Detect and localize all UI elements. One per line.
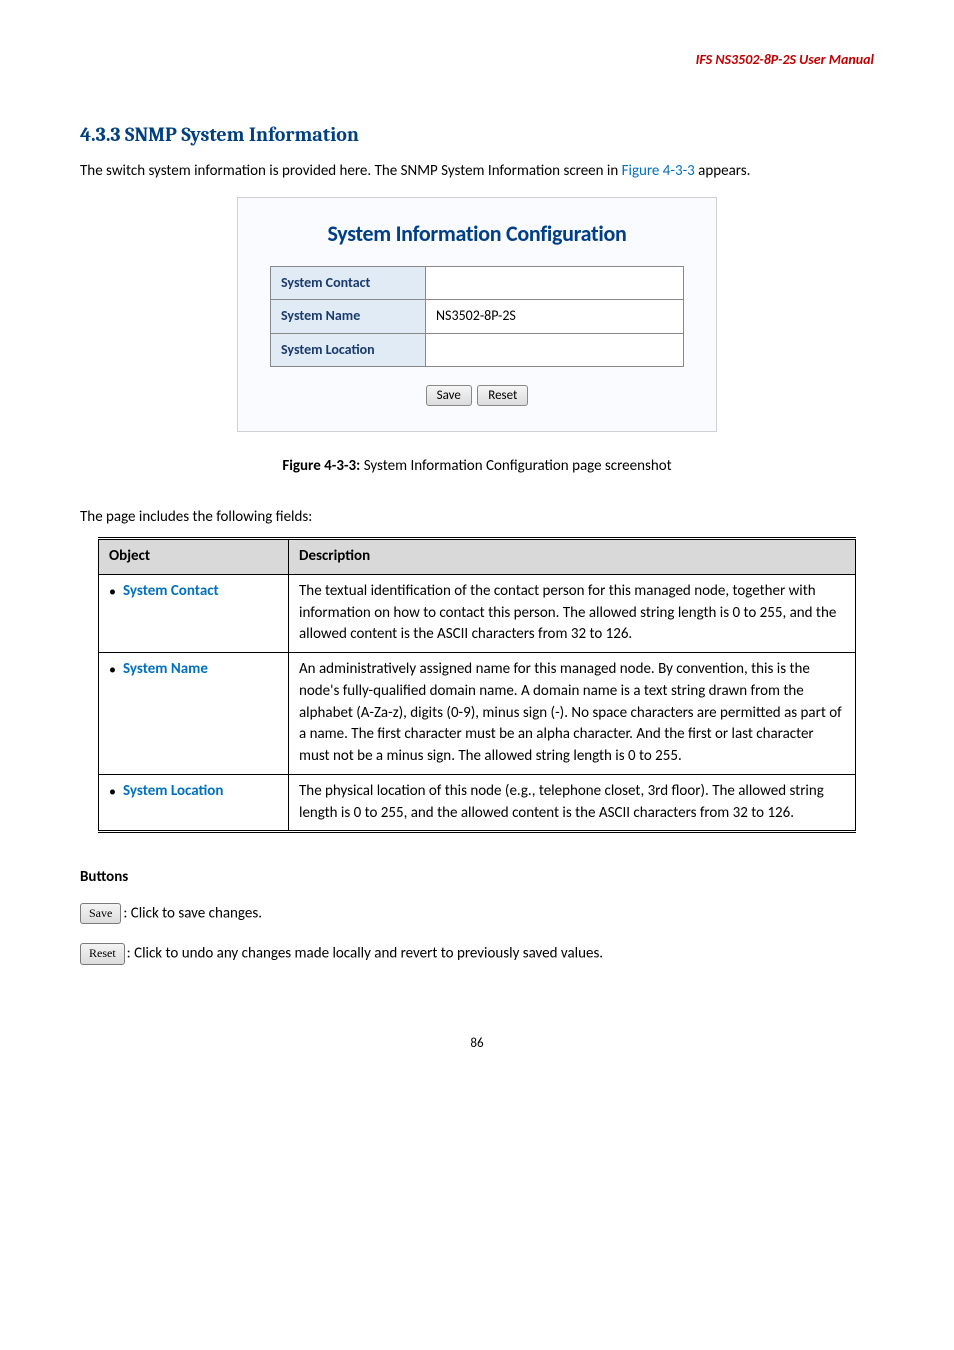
reset-button-desc: : Click to undo any changes made locally… xyxy=(127,944,603,962)
object-system-name: System Name xyxy=(123,659,208,681)
bullet-icon: • xyxy=(109,581,123,602)
system-location-cell xyxy=(426,333,684,366)
intro-paragraph: The switch system information is provide… xyxy=(80,161,874,183)
panel-title: System Information Configuration xyxy=(270,218,684,250)
save-button-inline: Save xyxy=(80,903,121,924)
system-name-cell xyxy=(426,300,684,333)
system-name-label: System Name xyxy=(271,300,426,333)
bullet-icon: • xyxy=(109,659,123,680)
intro-text: The switch system information is provide… xyxy=(80,162,622,180)
col-description: Description xyxy=(289,539,856,575)
object-system-contact: System Contact xyxy=(123,581,219,603)
figure-caption-number: Figure 4-3-3: xyxy=(282,457,360,475)
config-form-table: System Contact System Name System Locati… xyxy=(270,266,684,367)
table-row: • System Contact The textual identificat… xyxy=(99,574,856,652)
buttons-heading: Buttons xyxy=(80,867,874,889)
system-location-label: System Location xyxy=(271,333,426,366)
desc-system-name: An administratively assigned name for th… xyxy=(289,653,856,775)
col-object: Object xyxy=(99,539,289,575)
config-panel: System Information Configuration System … xyxy=(237,197,717,432)
save-button[interactable]: Save xyxy=(426,385,472,406)
desc-system-contact: The textual identification of the contac… xyxy=(289,574,856,652)
figure-link: Figure 4-3-3 xyxy=(622,162,695,180)
page-number: 86 xyxy=(80,1035,874,1054)
object-system-location: System Location xyxy=(123,781,223,803)
panel-button-row: Save Reset xyxy=(270,385,684,407)
figure-caption: Figure 4-3-3: System Information Configu… xyxy=(80,456,874,478)
section-heading: 4.3.3 SNMP System Information xyxy=(80,120,874,149)
fields-intro: The page includes the following fields: xyxy=(80,507,874,529)
reset-button-inline: Reset xyxy=(80,943,125,964)
table-row: • System Location The physical location … xyxy=(99,774,856,832)
system-name-input[interactable] xyxy=(436,307,673,324)
reset-button[interactable]: Reset xyxy=(477,385,528,406)
save-button-desc-line: Save: Click to save changes. xyxy=(80,903,874,925)
system-contact-label: System Contact xyxy=(271,266,426,299)
system-contact-cell xyxy=(426,266,684,299)
reset-button-desc-line: Reset: Click to undo any changes made lo… xyxy=(80,943,874,965)
save-button-desc: : Click to save changes. xyxy=(123,904,262,922)
table-row: • System Name An administratively assign… xyxy=(99,653,856,775)
intro-text-tail: appears. xyxy=(695,162,751,180)
bullet-icon: • xyxy=(109,781,123,802)
system-location-input[interactable] xyxy=(436,341,673,358)
doc-header: IFS NS3502-8P-2S User Manual xyxy=(80,50,874,70)
system-contact-input[interactable] xyxy=(436,274,673,291)
desc-system-location: The physical location of this node (e.g.… xyxy=(289,774,856,832)
figure-caption-text: System Information Configuration page sc… xyxy=(360,457,671,475)
fields-table: Object Description • System Contact The … xyxy=(98,537,856,833)
